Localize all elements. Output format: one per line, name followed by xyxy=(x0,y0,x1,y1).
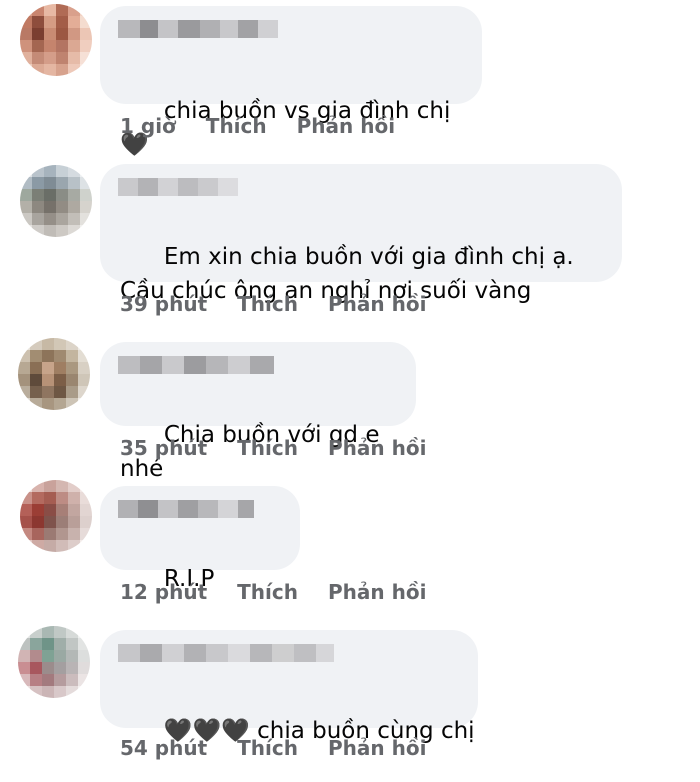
reply-button[interactable]: Phản hồi xyxy=(297,114,395,138)
comment-timestamp[interactable]: 39 phút xyxy=(120,292,207,316)
comment-timestamp[interactable]: 1 giờ xyxy=(120,114,176,138)
commenter-name-blurred[interactable] xyxy=(118,20,278,38)
reply-button[interactable]: Phản hồi xyxy=(328,736,426,760)
comment-timestamp[interactable]: 35 phút xyxy=(120,436,207,460)
like-button[interactable]: Thích xyxy=(237,736,298,760)
like-button[interactable]: Thích xyxy=(206,114,267,138)
commenter-name-blurred[interactable] xyxy=(118,356,274,374)
avatar[interactable] xyxy=(20,480,92,552)
reply-button[interactable]: Phản hồi xyxy=(328,580,426,604)
commenter-name-blurred[interactable] xyxy=(118,178,238,196)
like-button[interactable]: Thích xyxy=(237,436,298,460)
like-button[interactable]: Thích xyxy=(237,580,298,604)
comment-text: R.I.P xyxy=(120,528,214,630)
commenter-name-blurred[interactable] xyxy=(118,644,334,662)
avatar[interactable] xyxy=(20,165,92,237)
comment-timestamp[interactable]: 12 phút xyxy=(120,580,207,604)
comment-actions: 12 phút Thích Phản hồi xyxy=(120,580,426,604)
comment-bubble: Em xin chia buồn với gia đình chị ạ. Cầu… xyxy=(100,164,622,304)
comment-bubble: 🖤🖤🖤 chia buồn cùng chị xyxy=(100,630,478,744)
comment-bubble: chia buồn vs gia đình chị 🖤 xyxy=(100,6,482,158)
comment-actions: 39 phút Thích Phản hồi xyxy=(120,292,426,316)
comment-text: Em xin chia buồn với gia đình chị ạ. Cầu… xyxy=(120,206,610,342)
comment-timestamp[interactable]: 54 phút xyxy=(120,736,207,760)
comment-text: 🖤🖤🖤 chia buồn cùng chị xyxy=(120,680,475,782)
reply-button[interactable]: Phản hồi xyxy=(328,436,426,460)
avatar[interactable] xyxy=(20,4,92,76)
reply-button[interactable]: Phản hồi xyxy=(328,292,426,316)
comment-actions: 1 giờ Thích Phản hồi xyxy=(120,114,395,138)
commenter-name-blurred[interactable] xyxy=(118,500,254,518)
comment-bubble: R.I.P xyxy=(100,486,300,592)
comment-actions: 35 phút Thích Phản hồi xyxy=(120,436,426,460)
like-button[interactable]: Thích xyxy=(237,292,298,316)
comment-actions: 54 phút Thích Phản hồi xyxy=(120,736,426,760)
avatar[interactable] xyxy=(18,626,90,698)
avatar[interactable] xyxy=(18,338,90,410)
comment-bubble: Chia buồn với gd e nhé xyxy=(100,342,416,482)
